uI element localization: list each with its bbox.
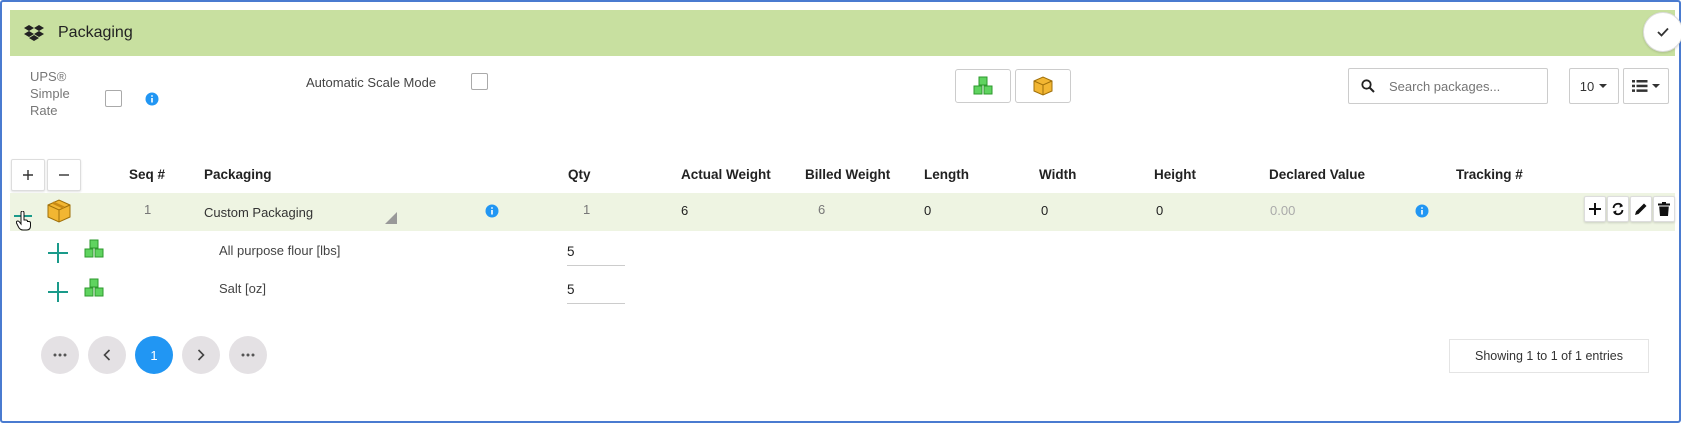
page-size-select[interactable]: 10 xyxy=(1569,68,1619,104)
item-name: Salt [oz] xyxy=(219,281,266,296)
column-header-width[interactable]: Width xyxy=(1039,167,1076,182)
ups-simple-rate-label: UPS® Simple Rate xyxy=(30,68,70,119)
prev-page-button[interactable] xyxy=(88,336,126,374)
item-name: All purpose flour [lbs] xyxy=(219,243,341,258)
column-menu-button[interactable] xyxy=(1623,68,1669,104)
package-qty: 1 xyxy=(583,202,591,217)
column-header-qty[interactable]: Qty xyxy=(568,167,591,182)
plus-icon xyxy=(23,170,33,180)
ellipsis-icon xyxy=(241,353,255,357)
actual-weight-input[interactable]: 6 xyxy=(681,203,688,218)
ellipsis-icon xyxy=(53,353,67,357)
add-package-button[interactable] xyxy=(1015,69,1071,103)
green-cubes-icon xyxy=(973,76,993,95)
auto-scale-checkbox[interactable] xyxy=(471,73,488,90)
first-page-button[interactable] xyxy=(41,336,79,374)
delete-button[interactable] xyxy=(1653,196,1675,222)
column-header-actual-weight[interactable]: Actual Weight xyxy=(681,167,771,182)
green-cubes-icon xyxy=(84,278,104,297)
last-page-button[interactable] xyxy=(229,336,267,374)
caret-down-icon xyxy=(1651,84,1660,88)
list-icon xyxy=(1631,80,1647,92)
entries-summary: Showing 1 to 1 of 1 entries xyxy=(1449,339,1649,373)
dropbox-box-icon xyxy=(24,25,44,41)
item-row[interactable]: Salt [oz] 5 xyxy=(10,270,1675,308)
height-input[interactable]: 0 xyxy=(1156,203,1163,218)
add-item-button[interactable] xyxy=(1584,196,1606,222)
info-icon[interactable] xyxy=(485,204,499,218)
column-header-length[interactable]: Length xyxy=(924,167,969,182)
pencil-icon xyxy=(1635,203,1647,215)
package-box-icon xyxy=(1033,76,1053,96)
plus-icon[interactable] xyxy=(48,282,68,302)
trash-icon xyxy=(1658,202,1670,216)
search-box[interactable] xyxy=(1348,68,1548,104)
plus-icon xyxy=(1589,203,1601,215)
auto-scale-label: Automatic Scale Mode xyxy=(306,75,437,90)
search-input[interactable] xyxy=(1387,77,1547,95)
column-header-tracking[interactable]: Tracking # xyxy=(1456,167,1523,182)
ups-label-line-3: Rate xyxy=(30,103,58,118)
caret-down-icon xyxy=(1599,84,1608,88)
item-row[interactable]: All purpose flour [lbs] 5 xyxy=(10,231,1675,269)
ups-label-line-1: UPS® xyxy=(30,69,67,84)
column-header-seq[interactable]: Seq # xyxy=(129,167,165,182)
package-box-icon xyxy=(47,199,71,223)
column-header-billed-weight[interactable]: Billed Weight xyxy=(805,167,890,182)
ups-simple-rate-checkbox[interactable] xyxy=(105,90,122,107)
package-seq: 1 xyxy=(144,202,152,217)
expand-all-button[interactable] xyxy=(11,159,45,191)
info-icon[interactable] xyxy=(1415,204,1429,218)
package-row[interactable]: 1 Custom Packaging 1 6 6 0 0 0 0.00 xyxy=(10,193,1675,231)
refresh-button[interactable] xyxy=(1607,196,1629,222)
column-header-height[interactable]: Height xyxy=(1154,167,1196,182)
panel-title: Packaging xyxy=(58,24,133,41)
declared-value-input[interactable]: 0.00 xyxy=(1270,203,1295,218)
billed-weight-value: 6 xyxy=(818,202,826,217)
check-icon xyxy=(1657,27,1669,37)
packaging-panel: Packaging UPS® Simple Rate Automatic Sca… xyxy=(0,0,1681,423)
select-corner-icon xyxy=(385,212,397,224)
item-qty-input[interactable]: 5 xyxy=(567,238,625,266)
column-header-packaging[interactable]: Packaging xyxy=(204,167,272,182)
info-icon[interactable] xyxy=(145,92,159,106)
length-input[interactable]: 0 xyxy=(924,203,931,218)
green-cubes-icon xyxy=(84,239,104,258)
chevron-right-icon xyxy=(197,349,205,361)
row-actions xyxy=(1584,196,1675,222)
next-page-button[interactable] xyxy=(182,336,220,374)
collapse-all-button[interactable] xyxy=(47,159,81,191)
page-1-button[interactable]: 1 xyxy=(135,336,173,374)
panel-header: Packaging xyxy=(10,10,1681,56)
chevron-left-icon xyxy=(103,349,111,361)
refresh-icon xyxy=(1612,202,1624,216)
column-header-declared-value[interactable]: Declared Value xyxy=(1269,167,1365,182)
width-input[interactable]: 0 xyxy=(1041,203,1048,218)
ups-label-line-2: Simple xyxy=(30,86,70,101)
item-qty-input[interactable]: 5 xyxy=(567,276,625,304)
package-type-select[interactable]: Custom Packaging xyxy=(204,205,313,220)
page-size-value: 10 xyxy=(1579,78,1595,94)
hand-cursor-icon xyxy=(16,211,31,231)
add-items-button[interactable] xyxy=(955,69,1011,103)
confirm-button[interactable] xyxy=(1643,12,1681,52)
plus-icon[interactable] xyxy=(48,243,68,263)
minus-icon xyxy=(59,174,69,176)
search-icon xyxy=(1361,79,1375,93)
edit-button[interactable] xyxy=(1630,196,1652,222)
